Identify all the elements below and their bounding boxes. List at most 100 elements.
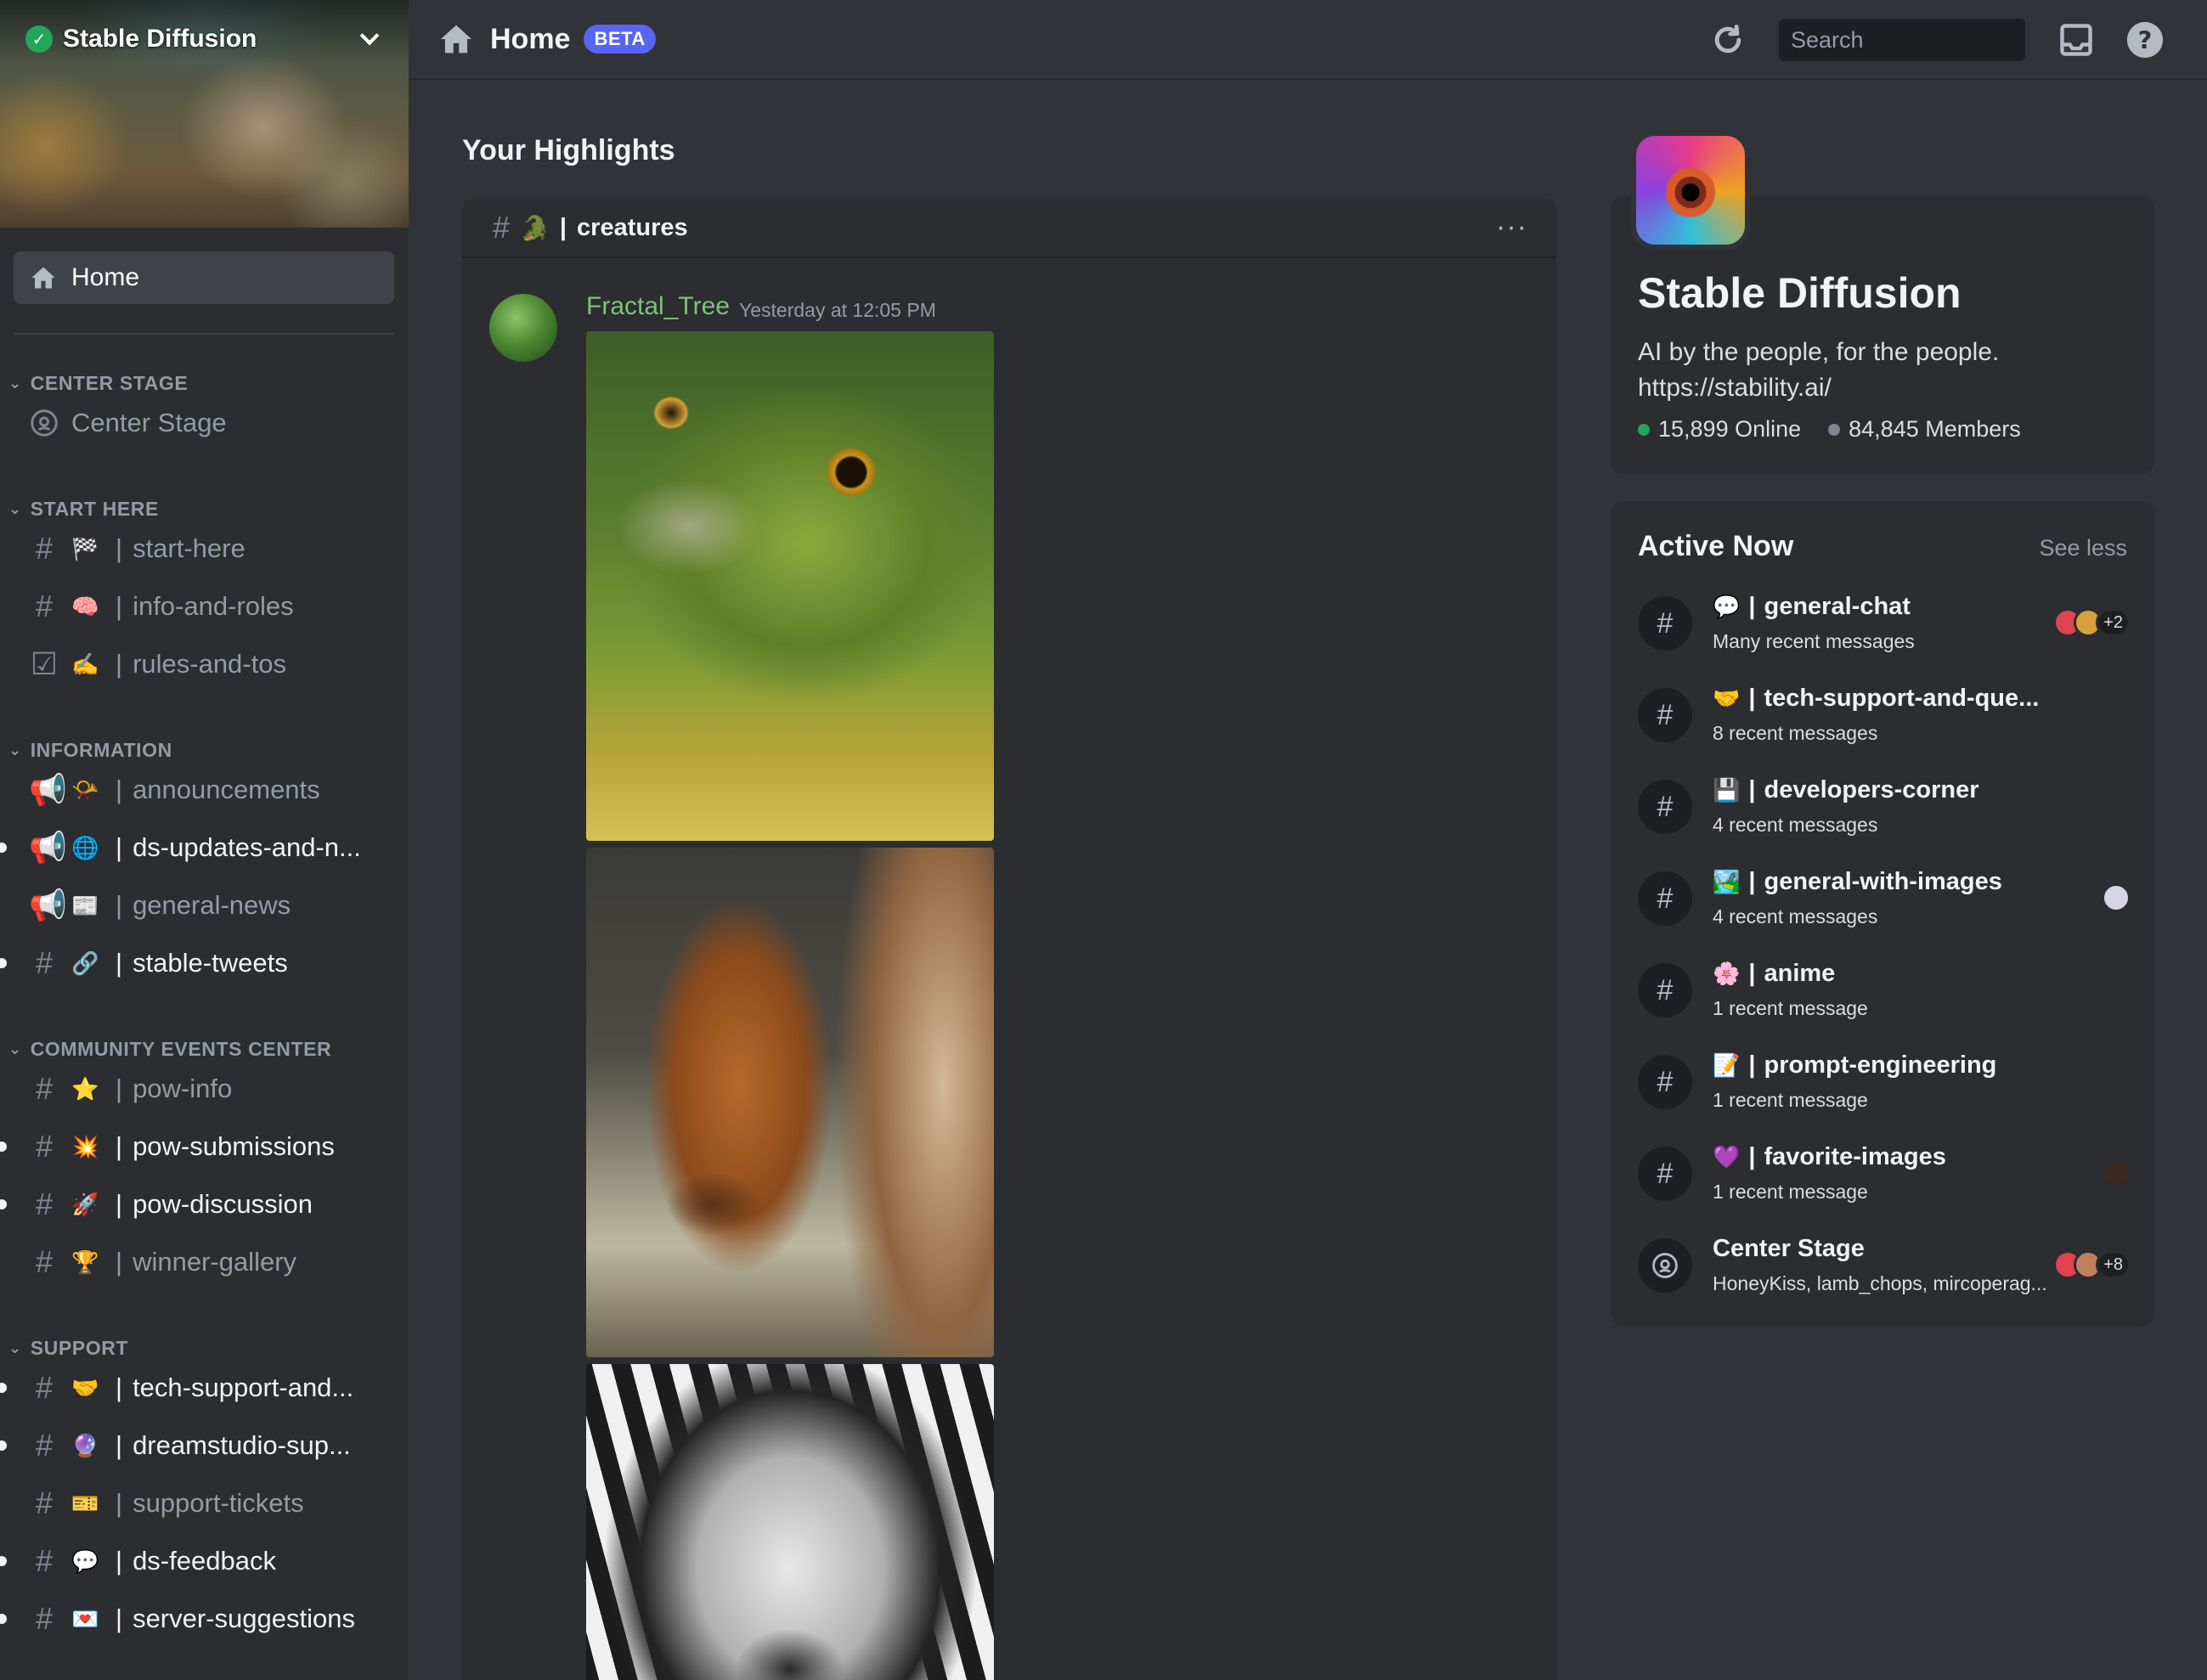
- hashtag-icon: #: [35, 1187, 54, 1221]
- attachment-image[interactable]: [586, 331, 994, 841]
- hashtag-icon: #: [35, 1129, 54, 1164]
- participant-count-badge: +2: [2096, 608, 2131, 637]
- category-header[interactable]: ⌄ SUPPORT: [8, 1335, 128, 1361]
- active-channel-item[interactable]: Center Stage HoneyKiss, lamb_chops, mirco…: [1638, 1233, 2131, 1303]
- active-channel-item[interactable]: # 💜 | favorite-images 1 recent message: [1638, 1142, 2131, 1211]
- sidebar-item-channel[interactable]: Center Stage: [0, 399, 409, 447]
- sidebar-item-channel[interactable]: # 💌 | server-suggestions: [0, 1595, 409, 1643]
- channel-name: rules-and-tos: [133, 649, 286, 679]
- attachment-image[interactable]: [586, 1364, 994, 1680]
- active-channel-name: 📝 | prompt-engineering: [1713, 1051, 1996, 1080]
- channel-emoji: 🏆: [71, 1249, 99, 1275]
- channel-emoji: 📰: [71, 892, 99, 918]
- see-less-button[interactable]: See less: [2039, 535, 2127, 561]
- highlight-card: # 🐊 | creatures ··· Fractal_Tree Yesterd…: [462, 199, 1556, 1680]
- active-channel-item[interactable]: # 🏞️ | general-with-images 4 recent messages: [1638, 866, 2131, 936]
- hashtag-icon: #: [35, 1071, 54, 1106]
- server-icon[interactable]: [1631, 131, 1750, 250]
- sidebar-item-channel[interactable]: 📢 📯 | announcements: [0, 766, 409, 814]
- channel-separator: |: [1748, 685, 1756, 712]
- message-author[interactable]: Fractal_Tree: [586, 292, 730, 321]
- hashtag-icon: #: [1638, 963, 1692, 1018]
- active-now-title: Active Now: [1638, 530, 1794, 562]
- participant-avatars[interactable]: [2102, 883, 2131, 912]
- participant-avatars[interactable]: +8: [2053, 1250, 2131, 1279]
- sidebar-item-home[interactable]: Home: [14, 251, 394, 304]
- channel-name: pow-info: [133, 1074, 233, 1103]
- channel-emoji: 🐊: [520, 214, 550, 241]
- sidebar-item-channel[interactable]: 📢 📰 | general-news: [0, 882, 409, 929]
- beta-badge: BETA: [584, 25, 656, 54]
- category-header[interactable]: ⌄ COMMUNITY EVENTS CENTER: [8, 1036, 331, 1062]
- channel-separator: |: [1748, 868, 1756, 895]
- sidebar-item-channel[interactable]: # 🚀 | pow-discussion: [0, 1181, 409, 1228]
- participant-avatars[interactable]: +2: [2053, 608, 2131, 637]
- category-header[interactable]: ⌄ CENTER STAGE: [8, 370, 188, 396]
- more-options-button[interactable]: ···: [1496, 211, 1527, 244]
- avatar: [2102, 1159, 2131, 1187]
- channel-name: Center Stage: [1713, 1235, 1865, 1262]
- sidebar-item-channel[interactable]: # 💥 | pow-submissions: [0, 1123, 409, 1170]
- sidebar-item-channel[interactable]: 📢 🌐 | ds-updates-and-n...: [0, 824, 409, 871]
- active-channel-item[interactable]: # 💬 | general-chat Many recent messages +2: [1638, 591, 2131, 661]
- channel-separator: |: [116, 1189, 123, 1219]
- sidebar-item-channel[interactable]: # 💬 | ds-feedback: [0, 1537, 409, 1585]
- active-channel-name: 💬 | general-chat: [1713, 593, 1911, 621]
- channel-name: pow-discussion: [133, 1189, 313, 1219]
- activity-summary: 8 recent messages: [1713, 722, 1878, 744]
- active-channel-item[interactable]: # 🌸 | anime 1 recent message: [1638, 958, 2131, 1028]
- avatar[interactable]: [489, 294, 557, 362]
- channel-emoji: 📯: [71, 776, 99, 803]
- attachment-image[interactable]: [586, 848, 994, 1357]
- channel-emoji: 🏁: [71, 535, 99, 561]
- search-bar[interactable]: [1779, 19, 2091, 61]
- channel-separator: |: [1748, 960, 1756, 987]
- sidebar-item-channel[interactable]: ☑ ✍️ | rules-and-tos: [0, 640, 409, 688]
- help-icon[interactable]: ?: [2125, 20, 2165, 59]
- sidebar-item-channel[interactable]: # ⭐ | pow-info: [0, 1065, 409, 1113]
- inbox-icon[interactable]: [2057, 21, 2095, 59]
- active-channel-item[interactable]: # 💾 | developers-corner 4 recent messages: [1638, 775, 2131, 844]
- channel-name: server-suggestions: [133, 1604, 355, 1633]
- channel-separator: |: [1748, 1051, 1756, 1079]
- chevron-down-icon[interactable]: [359, 25, 380, 46]
- server-header[interactable]: ✓ Stable Diffusion: [25, 20, 385, 58]
- channel-emoji: 🎫: [71, 1490, 99, 1516]
- category-label: CENTER STAGE: [30, 371, 189, 394]
- chevron-down-icon: ⌄: [8, 499, 22, 517]
- channel-emoji: 💾: [1713, 777, 1741, 803]
- search-input[interactable]: [1791, 26, 2091, 54]
- refresh-icon[interactable]: [1709, 21, 1747, 59]
- home-icon: [441, 25, 471, 54]
- sidebar-item-channel[interactable]: # 🧠 | info-and-roles: [0, 583, 409, 630]
- category-header[interactable]: ⌄ INFORMATION: [8, 737, 172, 763]
- server-banner[interactable]: ✓ Stable Diffusion: [0, 0, 409, 228]
- channel-emoji: 🚀: [71, 1191, 99, 1217]
- sidebar-item-channel[interactable]: # 🤝 | tech-support-and...: [0, 1364, 409, 1412]
- active-channel-name: 💜 | favorite-images: [1713, 1143, 1946, 1171]
- channel-emoji: ✍️: [71, 651, 99, 677]
- active-channel-item[interactable]: # 🤝 | tech-support-and-que... 8 recent messa…: [1638, 683, 2131, 753]
- category-header[interactable]: ⌄ START HERE: [8, 496, 159, 521]
- stage-icon: [1638, 1238, 1692, 1293]
- channel-emoji: 💜: [1713, 1144, 1741, 1170]
- activity-summary: 1 recent message: [1713, 1181, 1868, 1203]
- channel-name: tech-support-and-que...: [1764, 685, 2040, 712]
- sidebar-item-channel[interactable]: # 🏁 | start-here: [0, 525, 409, 572]
- unread-indicator: [0, 1199, 7, 1209]
- active-channel-item[interactable]: # 📝 | prompt-engineering 1 recent message: [1638, 1050, 2131, 1119]
- server-link[interactable]: https://stability.ai/: [1638, 370, 1999, 406]
- sidebar-item-channel[interactable]: # 🔗 | stable-tweets: [0, 939, 409, 987]
- home-icon: [31, 267, 55, 289]
- channel-name: general-chat: [1764, 593, 1911, 620]
- sidebar-item-channel[interactable]: # 🎫 | support-tickets: [0, 1480, 409, 1527]
- sidebar-item-channel[interactable]: # 🔮 | dreamstudio-sup...: [0, 1422, 409, 1469]
- megaphone-icon: 📢: [29, 888, 67, 922]
- participant-avatars[interactable]: [2102, 1159, 2131, 1187]
- highlight-channel-header[interactable]: # 🐊 | creatures: [462, 199, 1556, 258]
- channel-name: announcements: [133, 775, 320, 804]
- server-tagline: AI by the people, for the people.: [1638, 338, 2000, 366]
- sidebar-item-channel[interactable]: # 🏆 | winner-gallery: [0, 1238, 409, 1286]
- channel-name: support-tickets: [133, 1488, 304, 1518]
- channel-emoji: 💬: [1713, 594, 1741, 619]
